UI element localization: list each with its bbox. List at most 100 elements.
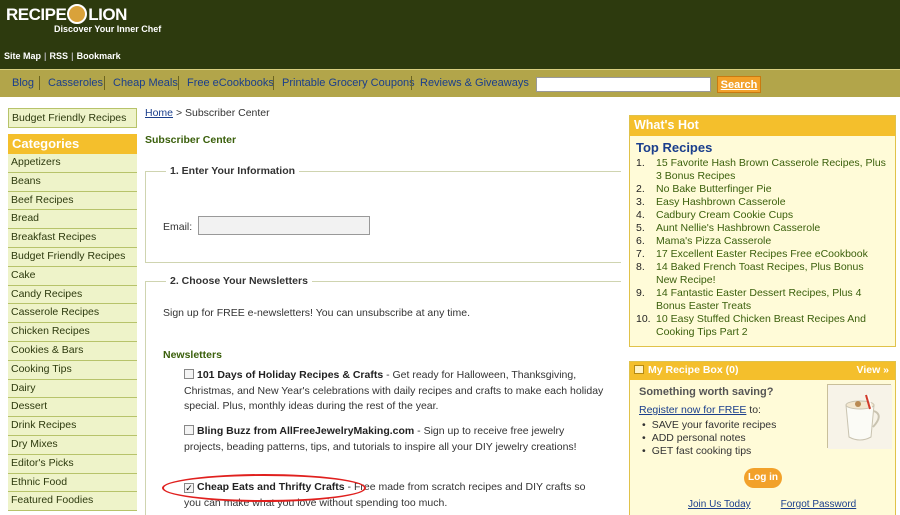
recipe-rank: 4. [636, 209, 645, 221]
join-us-link[interactable]: Join Us Today [688, 499, 751, 510]
list-item[interactable]: 2. No Bake Butterfinger Pie [636, 183, 895, 196]
nav-divider [39, 76, 40, 90]
category-item[interactable]: Dairy [8, 379, 137, 399]
list-item[interactable]: 8. 14 Baked French Toast Recipes, Plus Bo… [636, 261, 895, 287]
recipe-link[interactable]: 15 Favorite Hash Brown Casserole Recipes… [656, 157, 886, 183]
list-item[interactable]: 3. Easy Hashbrown Casserole [636, 196, 895, 209]
bookmark-link[interactable]: Bookmark [77, 51, 121, 61]
email-field[interactable] [198, 216, 370, 235]
newsletter-name: Bling Buzz from AllFreeJewelryMaking.com [197, 425, 415, 437]
budget-friendly-link[interactable]: Budget Friendly Recipes [8, 108, 137, 128]
nav-casseroles[interactable]: Casseroles [48, 77, 103, 89]
category-item[interactable]: Dry Mixes [8, 435, 137, 455]
newsletter-option: 101 Days of Holiday Recipes & Crafts - G… [184, 368, 604, 415]
site-logo[interactable]: RECIPE LION [6, 4, 127, 25]
nav-divider [273, 76, 274, 90]
right-sidebar: What's Hot Top Recipes 1. 15 Favorite Has… [629, 115, 896, 515]
category-item[interactable]: Editor's Picks [8, 454, 137, 474]
category-item[interactable]: Budget Friendly Recipes [8, 247, 137, 267]
whats-hot-box: What's Hot Top Recipes 1. 15 Favorite Has… [629, 115, 896, 347]
category-item[interactable]: Ethnic Food [8, 473, 137, 493]
separator: | [44, 51, 47, 61]
separator: | [71, 51, 74, 61]
recipe-link[interactable]: Aunt Nellie's Hashbrown Casserole [656, 222, 886, 235]
category-item[interactable]: Drink Recipes [8, 417, 137, 436]
breadcrumb-home-link[interactable]: Home [145, 107, 173, 119]
newsletters-heading: Newsletters [163, 349, 222, 361]
breadcrumb-current: Subscriber Center [185, 107, 270, 119]
recipe-rank: 5. [636, 222, 645, 234]
nav-free-ecookbooks[interactable]: Free eCookbooks [187, 77, 274, 89]
category-item[interactable]: Cooking Tips [8, 360, 137, 380]
nav-divider [411, 76, 412, 90]
category-item[interactable]: Casserole Recipes [8, 304, 137, 324]
recipe-rank: 1. [636, 157, 645, 169]
recipe-link[interactable]: 17 Excellent Easter Recipes Free eCookbo… [656, 248, 886, 261]
site-header: RECIPE LION Discover Your Inner Chef Site… [0, 0, 900, 69]
register-link[interactable]: Register now for FREE [639, 404, 746, 416]
category-item[interactable]: Cookies & Bars [8, 341, 137, 361]
red-highlight-circle [162, 474, 366, 502]
nav-reviews-giveaways[interactable]: Reviews & Giveaways [420, 77, 529, 89]
rss-link[interactable]: RSS [50, 51, 69, 61]
category-item[interactable]: Chicken Recipes [8, 323, 137, 342]
category-item[interactable]: Bread [8, 210, 137, 230]
view-recipe-box-link[interactable]: View » [857, 364, 890, 376]
category-item[interactable]: Appetizers [8, 154, 137, 173]
category-item[interactable]: Beef Recipes [8, 191, 137, 211]
signup-info-text: Sign up for FREE e-newsletters! You can … [163, 307, 470, 319]
breadcrumb: Home > Subscriber Center [145, 107, 270, 119]
list-item[interactable]: 9. 14 Fantastic Easter Dessert Recipes, P… [636, 287, 895, 313]
register-suffix: to: [746, 404, 761, 416]
nav-divider [178, 76, 179, 90]
category-item[interactable]: Cake [8, 266, 137, 286]
nav-blog[interactable]: Blog [12, 77, 34, 89]
eggnog-cup-image [827, 384, 892, 449]
recipe-rank: 6. [636, 235, 645, 247]
newsletter-checkbox-bling-buzz[interactable] [184, 425, 194, 435]
recipe-box-header: My Recipe Box (0) View » [630, 362, 895, 380]
nav-divider [104, 76, 105, 90]
page-title: Subscriber Center [145, 134, 237, 146]
category-item[interactable]: Candy Recipes [8, 285, 137, 305]
recipe-link[interactable]: 10 Easy Stuffed Chicken Breast Recipes A… [656, 313, 886, 339]
login-button[interactable]: Log in [744, 468, 782, 488]
recipe-link[interactable]: 14 Baked French Toast Recipes, Plus Bonu… [656, 261, 886, 287]
list-item: GET fast cooking tips [642, 445, 776, 458]
recipe-box-icon [634, 365, 644, 374]
recipe-rank: 7. [636, 248, 645, 260]
list-item[interactable]: 5. Aunt Nellie's Hashbrown Casserole [636, 222, 895, 235]
category-item[interactable]: Beans [8, 172, 137, 192]
category-item[interactable]: Dessert [8, 398, 137, 418]
site-tagline: Discover Your Inner Chef [54, 24, 162, 34]
section1-legend: 1. Enter Your Information [166, 165, 300, 177]
recipe-link[interactable]: Easy Hashbrown Casserole [656, 196, 886, 209]
search-button[interactable]: Search [717, 76, 761, 93]
account-links: Join Us Today Forgot Password [688, 499, 886, 510]
register-line: Register now for FREE to: [639, 404, 761, 416]
list-item[interactable]: 4. Cadbury Cream Cookie Cups [636, 209, 895, 222]
list-item[interactable]: 1. 15 Favorite Hash Brown Casserole Recip… [636, 157, 895, 183]
whats-hot-heading: What's Hot [630, 116, 895, 136]
recipe-link[interactable]: Cadbury Cream Cookie Cups [656, 209, 886, 222]
categories-heading: Categories [8, 134, 137, 154]
recipe-link[interactable]: 14 Fantastic Easter Dessert Recipes, Plu… [656, 287, 886, 313]
recipe-link[interactable]: Mama's Pizza Casserole [656, 235, 886, 248]
top-recipes-heading: Top Recipes [636, 140, 713, 155]
category-item[interactable]: Featured Foodies [8, 492, 137, 512]
recipe-rank: 9. [636, 287, 645, 299]
list-item[interactable]: 7. 17 Excellent Easter Recipes Free eCook… [636, 248, 895, 261]
recipe-box-title[interactable]: My Recipe Box (0) [648, 364, 738, 376]
nav-grocery-coupons[interactable]: Printable Grocery Coupons [282, 77, 415, 89]
nav-cheap-meals[interactable]: Cheap Meals [113, 77, 178, 89]
search-input[interactable] [536, 77, 711, 92]
sitemap-link[interactable]: Site Map [4, 51, 41, 61]
recipe-link[interactable]: No Bake Butterfinger Pie [656, 183, 886, 196]
list-item[interactable]: 10. 10 Easy Stuffed Chicken Breast Recipe… [636, 313, 895, 339]
forgot-password-link[interactable]: Forgot Password [781, 499, 857, 510]
left-sidebar: Budget Friendly Recipes Categories Appet… [8, 108, 137, 512]
list-item[interactable]: 6. Mama's Pizza Casserole [636, 235, 895, 248]
recipe-rank: 3. [636, 196, 645, 208]
category-item[interactable]: Breakfast Recipes [8, 229, 137, 248]
newsletter-checkbox-holiday[interactable] [184, 369, 194, 379]
